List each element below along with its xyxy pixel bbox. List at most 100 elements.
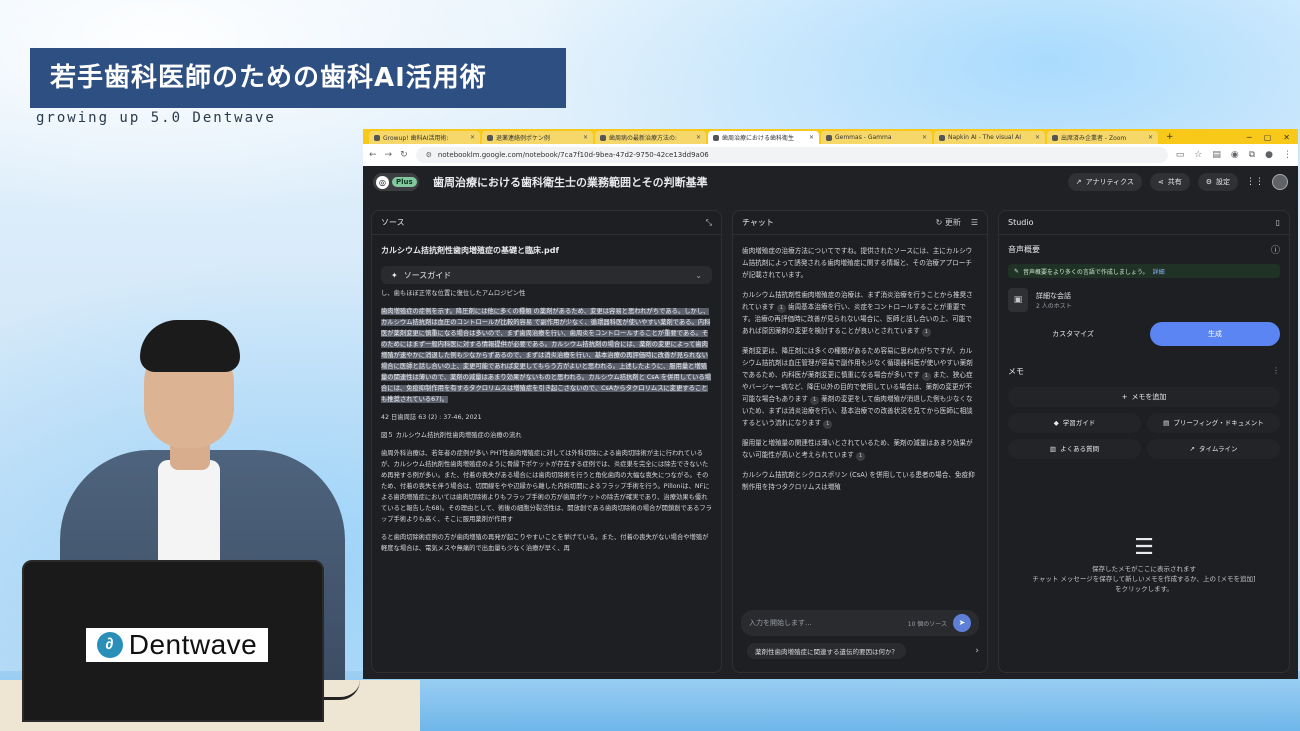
generate-button[interactable]: 生成 (1150, 322, 1280, 346)
forward-icon[interactable]: → (385, 150, 393, 160)
tab-close-icon[interactable]: ✕ (1035, 134, 1040, 141)
share-button[interactable]: ⋖ 共有 (1149, 173, 1190, 191)
collapse-panel-icon[interactable]: ⤡ (706, 218, 712, 228)
tab-favicon-icon (374, 134, 380, 141)
presenter-hair (140, 320, 240, 372)
close-window-icon[interactable]: ✕ (1283, 131, 1290, 144)
window-controls: ─ ▢ ✕ (1247, 131, 1298, 144)
deep-dive-title: 詳細な会話 (1036, 291, 1071, 300)
tune-icon[interactable]: ☰ (971, 218, 978, 227)
citation-badge[interactable]: 1 (921, 372, 931, 381)
tab-bar: Growup! 歯科AI活用術: ✕ 退薬連絡例ポケン例 ✕ 歯周病の最新治療方法の… (363, 129, 1298, 144)
deep-dive-card: ▣ 詳細な会話 2 人のホスト (1008, 288, 1280, 312)
suggested-question[interactable]: 薬剤性歯肉増殖症に関連する遺伝的要因は何か？ (747, 643, 906, 659)
browser-tab[interactable]: Growup! 歯科AI活用術: ✕ (369, 131, 480, 144)
new-tab-icon[interactable]: + (1160, 131, 1180, 144)
source-text: 歯周外科治療は、若年者の症例が多い PHT性歯肉増殖症に対しては外科切除による歯… (381, 450, 712, 523)
site-info-icon[interactable]: ⚙ (426, 147, 432, 163)
chat-input-placeholder: 入力を開始します... (749, 619, 812, 627)
timeline-button[interactable]: ↗ タイムライン (1147, 439, 1280, 459)
more-options-icon[interactable]: ⋮ (1272, 366, 1280, 377)
memo-header: メモ ⋮ (1008, 366, 1280, 377)
maximize-icon[interactable]: ▢ (1264, 131, 1272, 144)
empty-memos: ☰ 保存したメモがここに表示されます チャット メッセージを保存して新しいメモを… (999, 536, 1289, 594)
back-icon[interactable]: ← (369, 150, 377, 160)
chat-input[interactable]: 入力を開始します... 10 個のソース ➤ (741, 610, 979, 636)
chevron-right-icon[interactable]: › (975, 646, 979, 656)
analytics-button[interactable]: ↗ アナリティクス (1067, 173, 1142, 191)
tab-favicon-icon (939, 134, 945, 141)
tab-close-icon[interactable]: ✕ (696, 134, 701, 141)
source-guide-toggle[interactable]: ✦ ソースガイド ⌄ (381, 266, 712, 284)
chat-paragraph: 服用量と増殖量の関連性は薄いとされているため、薬剤の減量はあまり効果がない可能性… (742, 439, 973, 461)
tab-favicon-icon (1052, 134, 1058, 141)
dentwave-logo-icon: ∂ (96, 632, 123, 658)
citation-badge[interactable]: 1 (776, 304, 786, 313)
citation-badge[interactable]: 1 (921, 328, 931, 337)
browser-tab[interactable]: Napkin AI - The visual AI ✕ (934, 131, 1045, 144)
citation-badge[interactable]: 1 (823, 420, 833, 429)
citation-badge[interactable]: 1 (856, 452, 866, 461)
add-memo-button[interactable]: + メモを追加 (1008, 387, 1280, 407)
browser-tab[interactable]: 出席済み企業者 - Zoom ✕ (1047, 131, 1158, 144)
avatar[interactable] (1272, 174, 1288, 190)
figure-caption: 図５ カルシウム拮抗剤性歯肉増殖症の治療の流れ (381, 432, 522, 439)
browser-tab-active[interactable]: 歯周治療における歯科衛生 ✕ (708, 131, 819, 144)
collapse-panel-icon[interactable]: ▯ (1276, 218, 1280, 227)
send-icon[interactable]: ➤ (953, 614, 971, 632)
browser-tab[interactable]: 歯周病の最新治療方法の: ✕ (595, 131, 706, 144)
tab-favicon-icon (826, 134, 832, 141)
chat-paragraph: カルシウム拮抗剤とシクロスポリン (CsA) を併用している患者の場合、免疫抑制… (742, 471, 975, 491)
tab-close-icon[interactable]: ✕ (470, 134, 475, 141)
apps-grid-icon[interactable]: ⋮⋮ (1246, 177, 1264, 187)
chat-icon[interactable]: ▤ (1212, 150, 1221, 160)
bookmark-star-icon[interactable]: ☆ (1194, 150, 1202, 160)
extensions-icon[interactable]: ⧉ (1249, 150, 1255, 160)
share-icon: ⋖ (1157, 178, 1164, 186)
analytics-icon: ↗ (1075, 178, 1082, 186)
refresh-button[interactable]: ↻ 更新 (936, 217, 961, 228)
notebook-title[interactable]: 歯周治療における歯科衛生士の業務範囲とその判断基準 (433, 174, 708, 190)
banner-link[interactable]: 詳細 (1153, 267, 1165, 276)
faq-button[interactable]: ▥ よくある質問 (1008, 439, 1141, 459)
laptop-sticker: ∂ Dentwave (86, 628, 268, 662)
customize-button[interactable]: カスタマイズ (1008, 322, 1138, 346)
laptop-brand: Dentwave (128, 629, 258, 660)
tab-close-icon[interactable]: ✕ (583, 134, 588, 141)
profile-icon[interactable]: ● (1265, 150, 1273, 160)
studio-panel-header: Studio ▯ (999, 211, 1289, 235)
info-icon[interactable]: ⓘ (1271, 243, 1280, 256)
header-actions: ↗ アナリティクス ⋖ 共有 ⚙ 設定 ⋮⋮ (1067, 173, 1288, 191)
faq-icon: ▥ (1049, 445, 1057, 453)
settings-button[interactable]: ⚙ 設定 (1197, 173, 1238, 191)
tab-favicon-icon (487, 134, 493, 141)
citation-badge[interactable]: 1 (810, 396, 820, 405)
browser-tab[interactable]: 退薬連絡例ポケン例 ✕ (482, 131, 593, 144)
plus-icon: + (1121, 393, 1128, 401)
document-icon: ▤ (1163, 419, 1170, 427)
camera-icon[interactable]: ◉ (1231, 150, 1239, 160)
tab-close-icon[interactable]: ✕ (809, 134, 814, 141)
tab-close-icon[interactable]: ✕ (922, 134, 927, 141)
cast-icon[interactable]: ▭ (1176, 150, 1185, 160)
source-text: し、歯もほぼ正常な位置に復位したアムロジピン性 (381, 290, 526, 297)
source-panel: ソース ⤡ カルシウム拮抗剤性歯肉増殖症の基礎と臨床.pdf ✦ ソースガイド … (371, 210, 722, 673)
study-guide-button[interactable]: ◆ 学習ガイド (1008, 413, 1141, 433)
minimize-icon[interactable]: ─ (1247, 131, 1252, 144)
url-field[interactable]: ⚙ notebooklm.google.com/notebook/7ca7f10… (415, 147, 1168, 163)
reload-icon[interactable]: ↻ (400, 150, 408, 160)
notebooklm-logo[interactable]: ◎ Plus (373, 173, 419, 191)
menu-icon[interactable]: ⋮ (1283, 150, 1292, 160)
source-content: し、歯もほぼ正常な位置に復位したアムロジピン性 歯肉増殖症の症例を示す。降圧剤に… (372, 284, 721, 565)
tab-close-icon[interactable]: ✕ (1148, 134, 1153, 141)
language-banner: ✎ 音声概要をより多くの言語で作成しましょう。 詳細 (1008, 264, 1280, 278)
chat-panel: チャット ↻ 更新 ☰ 歯肉増殖症の治療方法についてですね。提供されたソースには… (732, 210, 988, 673)
address-bar-row: ← → ↻ ⚙ notebooklm.google.com/notebook/7… (363, 144, 1298, 166)
chat-paragraph: 薬剤変更は、降圧剤には多くの種類があるため容易に思われがちですが、カルシウム拮抗… (742, 347, 973, 429)
laptop: ∂ Dentwave (22, 560, 324, 722)
briefing-doc-button[interactable]: ▤ ブリーフィング・ドキュメント (1147, 413, 1280, 433)
sparkle-icon: ✦ (391, 270, 398, 280)
audio-file-icon: ▣ (1008, 288, 1028, 312)
audio-actions: カスタマイズ 生成 (1008, 322, 1280, 346)
browser-tab[interactable]: Gemmas - Gamma ✕ (821, 131, 932, 144)
